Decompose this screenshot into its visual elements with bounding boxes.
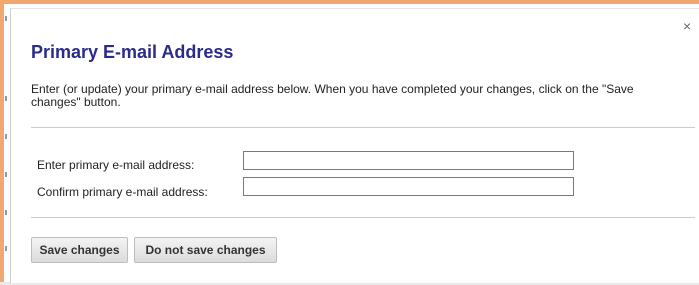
dialog-description: Enter (or update) your primary e-mail ad… xyxy=(31,82,634,109)
side-tick xyxy=(5,16,7,21)
primary-email-label: Enter primary e-mail address: xyxy=(37,158,195,172)
primary-email-input[interactable] xyxy=(243,151,574,170)
side-ticks xyxy=(0,0,10,285)
confirm-email-label: Confirm primary e-mail address: xyxy=(37,185,208,199)
confirm-email-input[interactable] xyxy=(243,177,574,196)
side-tick xyxy=(5,210,7,215)
page-frame: × Primary E-mail Address Enter (or updat… xyxy=(0,0,699,285)
email-dialog: × Primary E-mail Address Enter (or updat… xyxy=(10,8,699,283)
divider xyxy=(31,217,695,218)
dialog-title: Primary E-mail Address xyxy=(31,42,234,62)
window-edge-top xyxy=(0,0,699,4)
side-tick xyxy=(5,134,7,139)
divider xyxy=(31,127,695,128)
side-tick xyxy=(5,246,7,251)
side-tick xyxy=(5,172,7,177)
side-tick xyxy=(5,96,7,101)
do-not-save-button[interactable]: Do not save changes xyxy=(134,237,277,263)
save-changes-button[interactable]: Save changes xyxy=(31,237,128,263)
close-icon[interactable]: × xyxy=(683,19,691,33)
